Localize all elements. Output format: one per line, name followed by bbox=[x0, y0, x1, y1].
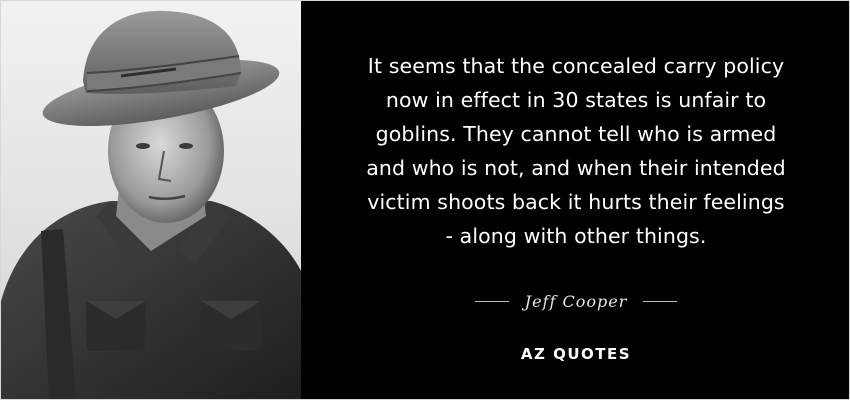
quote-line: - along with other things. bbox=[445, 224, 707, 248]
quote-line: It seems that the concealed carry policy bbox=[367, 54, 785, 78]
quote-line: now in effect in 30 states is unfair to bbox=[385, 88, 767, 112]
quote-line: goblins. They cannot tell who is armed bbox=[375, 122, 777, 146]
quote-text: It seems that the concealed carry policy… bbox=[321, 49, 831, 253]
author-portrait bbox=[1, 1, 301, 399]
author-attribution: Jeff Cooper bbox=[321, 288, 831, 314]
divider-right bbox=[643, 300, 678, 302]
brand-logo[interactable]: AZ QUOTES bbox=[321, 345, 831, 363]
quote-line: victim shoots back it hurts their feelin… bbox=[367, 190, 785, 214]
quote-card: It seems that the concealed carry policy… bbox=[0, 0, 850, 400]
quote-area: It seems that the concealed carry policy… bbox=[321, 1, 831, 399]
divider-left bbox=[474, 300, 509, 302]
quote-line: and who is not, and when their intended bbox=[366, 156, 786, 180]
author-name[interactable]: Jeff Cooper bbox=[525, 292, 628, 311]
